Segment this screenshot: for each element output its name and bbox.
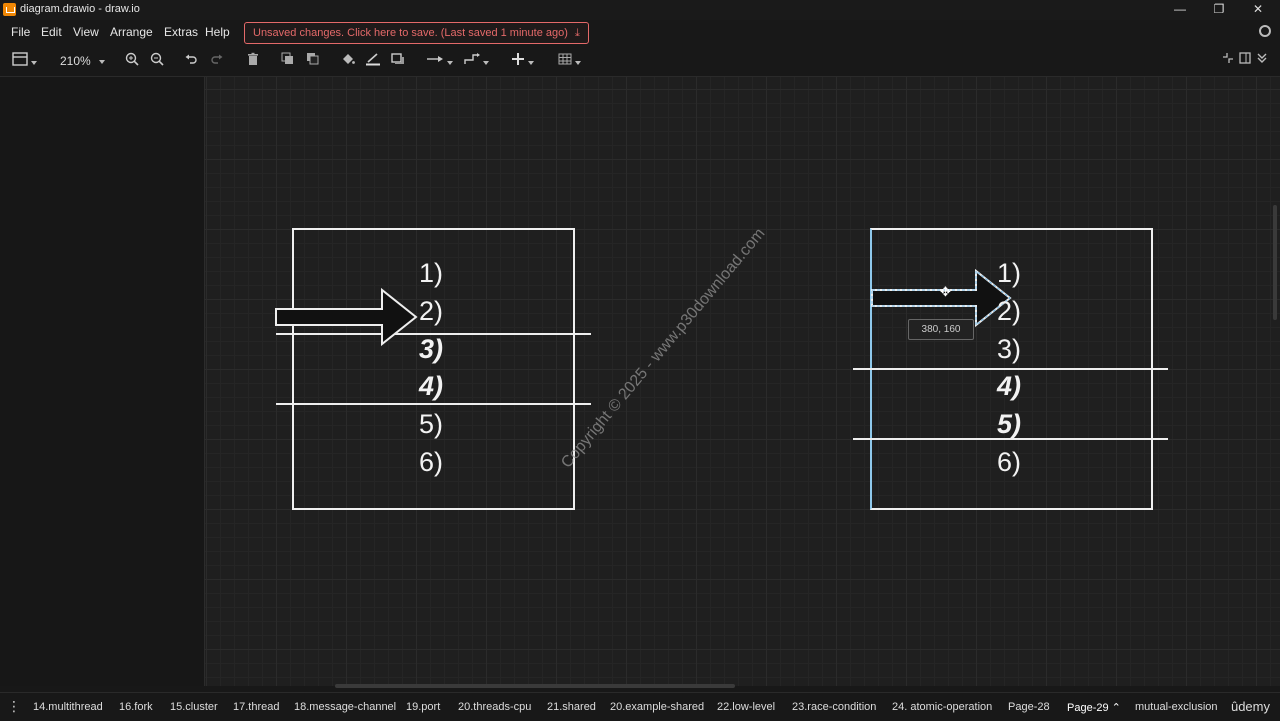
left-item-3[interactable]: 3) [419, 334, 443, 365]
page-tab[interactable]: 17.thread [233, 701, 279, 713]
page-tab[interactable]: 20.threads-cpu [458, 701, 531, 713]
page-tab[interactable]: Page-28 [1008, 701, 1050, 713]
zoom-in-icon[interactable] [124, 52, 140, 68]
chevron-up-icon[interactable]: ⌃ [1112, 702, 1121, 714]
page-tab[interactable]: 15.cluster [170, 701, 218, 713]
left-item-5[interactable]: 5) [419, 409, 443, 440]
left-item-1[interactable]: 1) [419, 258, 443, 289]
page-tab[interactable]: 19.port [406, 701, 440, 713]
plus-icon[interactable] [507, 52, 537, 68]
table-icon[interactable] [554, 52, 584, 68]
page-tab[interactable]: mutual-exclusion [1135, 701, 1218, 713]
connection-icon[interactable] [424, 52, 454, 68]
close-button[interactable]: ✕ [1238, 0, 1278, 20]
menu-extras[interactable]: Extras [164, 25, 198, 39]
fill-color-icon[interactable] [340, 52, 356, 68]
page-tab[interactable]: 22.low-level [717, 701, 775, 713]
redo-icon[interactable] [209, 52, 225, 68]
vertical-scrollbar[interactable] [1273, 205, 1277, 320]
right-item-3[interactable]: 3) [997, 334, 1021, 365]
format-panel-icon[interactable] [1238, 52, 1252, 68]
to-front-icon[interactable] [280, 52, 296, 68]
maximize-button[interactable]: ❐ [1199, 0, 1239, 20]
udemy-logo: ûdemy [1230, 699, 1270, 714]
zoom-out-icon[interactable] [149, 52, 165, 68]
to-back-icon[interactable] [305, 52, 321, 68]
right-item-1[interactable]: 1) [997, 258, 1021, 289]
page-tab[interactable]: 24. atomic-operation [892, 701, 992, 713]
move-cursor-icon: ✥ [940, 284, 951, 299]
toolbar: 210% [0, 44, 1280, 77]
zoom-dropdown[interactable]: 210% [60, 54, 105, 68]
sidebar-toggle-icon[interactable] [10, 52, 38, 68]
unsaved-changes-button[interactable]: Unsaved changes. Click here to save. (La… [244, 22, 589, 44]
page-tab[interactable]: 20.example-shared [610, 701, 704, 713]
right-item-4[interactable]: 4) [997, 371, 1021, 402]
drawio-logo-icon [3, 3, 16, 16]
menu-help[interactable]: Help [205, 25, 230, 39]
left-item-6[interactable]: 6) [419, 447, 443, 478]
page-tab-bar: ⋮ 14.multithread 16.fork 15.cluster 17.t… [0, 692, 1280, 721]
left-item-4[interactable]: 4) [419, 371, 443, 402]
left-item-2[interactable]: 2) [419, 296, 443, 327]
double-chevron-down-icon[interactable] [1255, 52, 1269, 68]
page-tab[interactable]: 14.multithread [33, 701, 103, 713]
shadow-icon[interactable] [390, 52, 406, 68]
title-bar: diagram.drawio - draw.io — ❐ ✕ [0, 0, 1280, 20]
page-tab[interactable]: 23.race-condition [792, 701, 876, 713]
theme-toggle-icon[interactable] [1259, 25, 1271, 37]
zoom-value: 210% [60, 54, 91, 68]
left-pointer-arrow[interactable] [270, 285, 420, 349]
menu-edit[interactable]: Edit [41, 25, 62, 39]
undo-icon[interactable] [183, 52, 199, 68]
right-item-5[interactable]: 5) [997, 409, 1021, 440]
pages-menu-icon[interactable]: ⋮ [7, 699, 21, 713]
right-item-2[interactable]: 2) [997, 296, 1021, 327]
collapse-icon[interactable] [1221, 52, 1235, 68]
waypoints-icon[interactable] [461, 52, 491, 68]
right-upper-boundary-line[interactable] [853, 368, 1168, 370]
window-title: diagram.drawio - draw.io [20, 3, 140, 15]
horizontal-scrollbar[interactable] [335, 684, 735, 688]
page-tab[interactable]: 18.message-channel [294, 701, 396, 713]
active-page-label: Page-29 [1067, 702, 1109, 714]
page-tab-active[interactable]: Page-29 ⌃ [1067, 701, 1121, 714]
menu-bar: File Edit View Arrange Extras Help [0, 20, 1280, 44]
trash-icon[interactable] [245, 52, 261, 68]
coordinate-tooltip: 380, 160 [908, 319, 974, 340]
page-tab[interactable]: 21.shared [547, 701, 596, 713]
right-item-6[interactable]: 6) [997, 447, 1021, 478]
download-icon: ⤓ [574, 27, 580, 39]
left-lower-boundary-line[interactable] [276, 403, 591, 405]
minimize-button[interactable]: — [1160, 0, 1200, 20]
shapes-sidebar [0, 77, 205, 686]
unsaved-changes-text: Unsaved changes. Click here to save. (La… [253, 27, 568, 39]
menu-file[interactable]: File [11, 25, 30, 39]
menu-view[interactable]: View [73, 25, 99, 39]
page-tab[interactable]: 16.fork [119, 701, 153, 713]
line-color-icon[interactable] [364, 52, 382, 68]
menu-arrange[interactable]: Arrange [110, 25, 153, 39]
